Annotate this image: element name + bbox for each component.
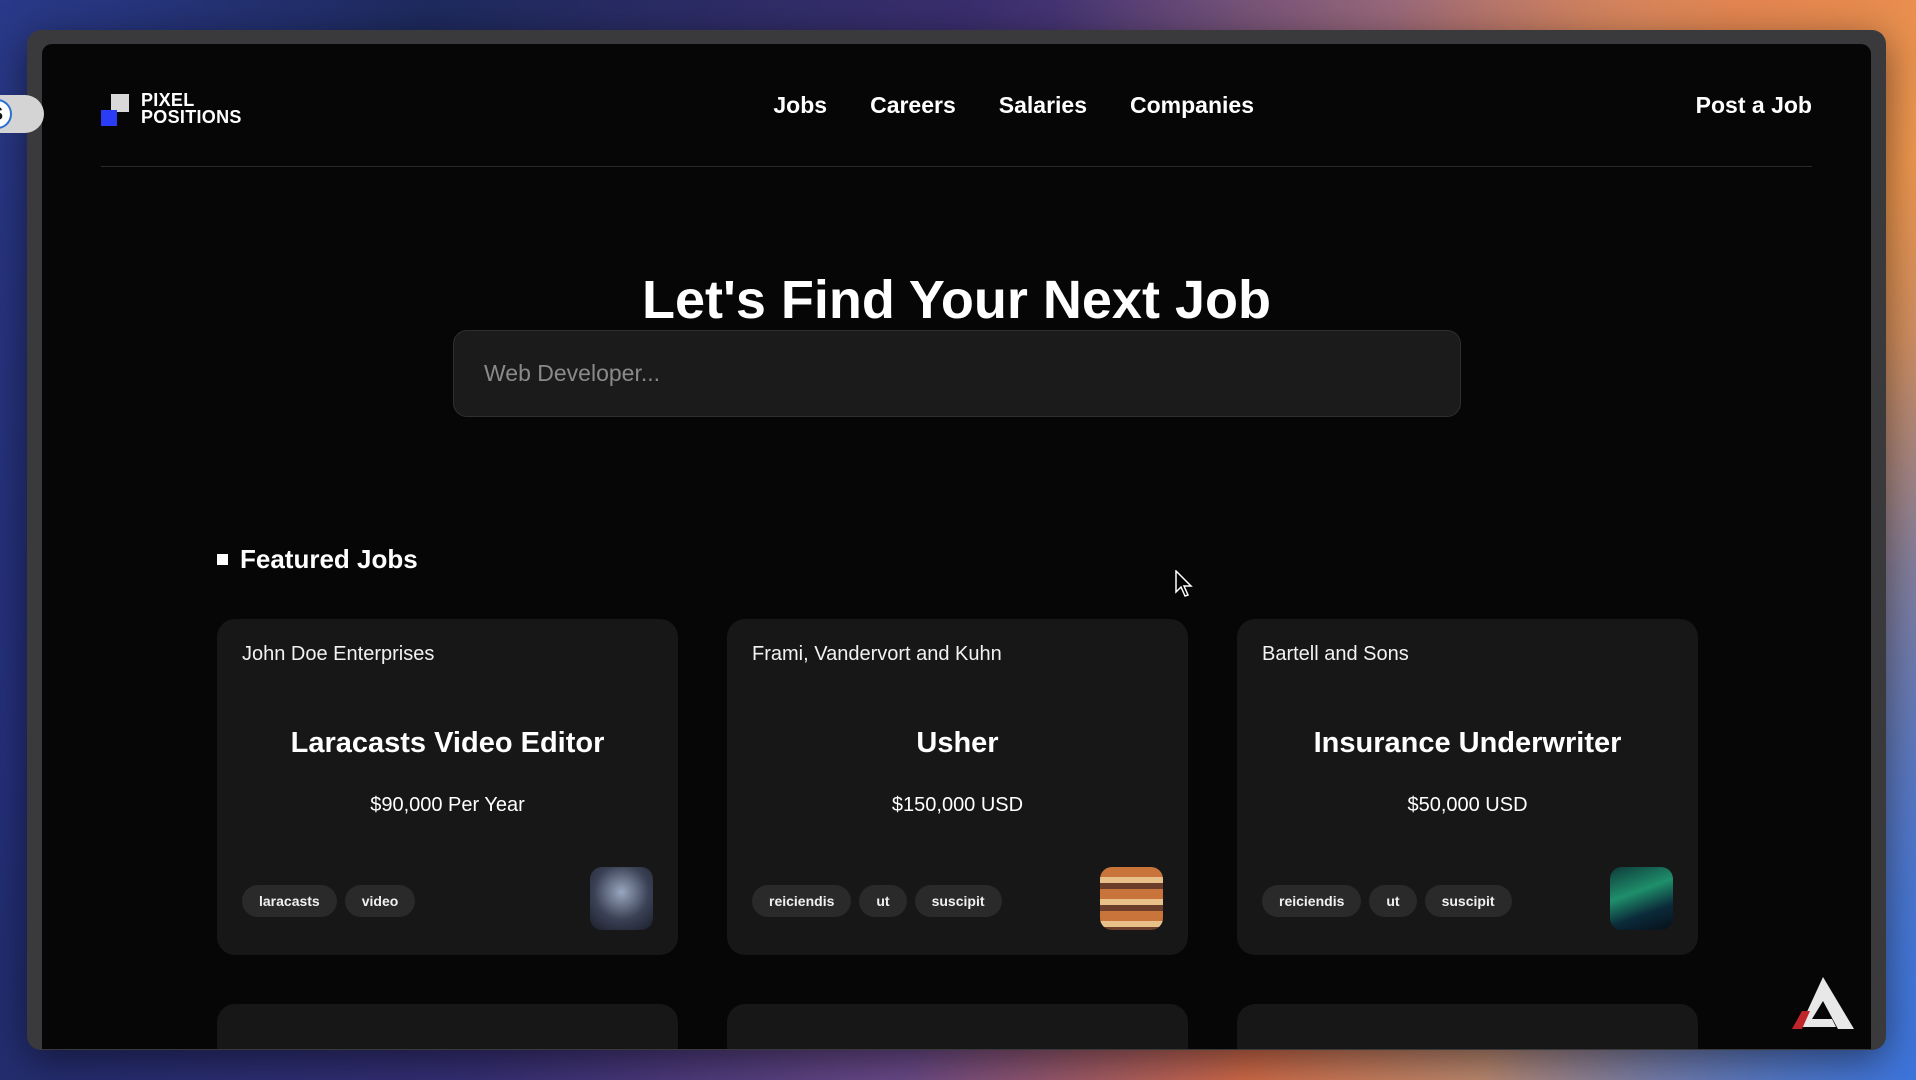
tag[interactable]: ut: [1369, 885, 1417, 917]
nav-link-companies[interactable]: Companies: [1130, 92, 1254, 119]
app-screen: PIXEL POSITIONS Jobs Careers Salaries Co…: [42, 44, 1871, 1049]
app-watermark-icon: [1792, 977, 1854, 1029]
nav-link-salaries[interactable]: Salaries: [999, 92, 1087, 119]
featured-jobs-list: John Doe Enterprises Laracasts Video Edi…: [217, 619, 1698, 955]
logo-text: PIXEL POSITIONS: [141, 91, 242, 127]
tag[interactable]: reiciendis: [1262, 885, 1362, 917]
nav-link-jobs[interactable]: Jobs: [773, 92, 827, 119]
square-bullet-icon: [217, 554, 228, 565]
employer-logo: [1100, 867, 1163, 930]
featured-jobs-title: Featured Jobs: [240, 544, 418, 574]
toggle-letter: S: [0, 104, 3, 125]
search-input[interactable]: [484, 360, 1430, 387]
employer-logo: [1610, 867, 1673, 930]
tag[interactable]: laracasts: [242, 885, 337, 917]
job-card[interactable]: Bartell and Sons Insurance Underwriter $…: [1237, 619, 1698, 955]
search-box: [453, 330, 1461, 417]
tag[interactable]: video: [344, 885, 416, 917]
post-job-link[interactable]: Post a Job: [1696, 92, 1812, 119]
browser-window: PIXEL POSITIONS Jobs Careers Salaries Co…: [27, 30, 1886, 1050]
job-employer: Bartell and Sons: [1262, 643, 1409, 665]
job-tags: reiciendis ut suscipit: [752, 885, 1002, 917]
featured-jobs-heading: Featured Jobs: [217, 544, 418, 575]
job-tags: reiciendis ut suscipit: [1262, 885, 1512, 917]
job-employer: John Doe Enterprises: [242, 643, 435, 665]
logo[interactable]: PIXEL POSITIONS: [101, 91, 242, 127]
tag[interactable]: reiciendis: [752, 885, 852, 917]
tag[interactable]: suscipit: [1424, 885, 1512, 917]
job-salary: $150,000 USD: [891, 794, 1024, 816]
job-salary: $90,000 Per Year: [370, 794, 525, 816]
mouse-cursor-icon: [1175, 570, 1193, 597]
job-card-partial[interactable]: [217, 1004, 678, 1049]
tag[interactable]: suscipit: [914, 885, 1002, 917]
job-card-partial[interactable]: [1237, 1004, 1698, 1049]
nav-links: Jobs Careers Salaries Companies: [773, 92, 1254, 119]
logo-icon: [101, 92, 135, 126]
job-card[interactable]: John Doe Enterprises Laracasts Video Edi…: [217, 619, 678, 955]
nav-link-careers[interactable]: Careers: [870, 92, 956, 119]
top-navigation: PIXEL POSITIONS Jobs Careers Salaries Co…: [101, 44, 1812, 167]
tag[interactable]: ut: [859, 885, 907, 917]
logo-line-2: POSITIONS: [141, 107, 242, 127]
job-title[interactable]: Laracasts Video Editor: [217, 727, 678, 760]
job-salary: $50,000 USD: [1407, 794, 1528, 816]
job-employer: Frami, Vandervort and Kuhn: [752, 643, 1002, 665]
page-title: Let's Find Your Next Job: [642, 270, 1271, 330]
job-tags: laracasts video: [242, 885, 416, 917]
s-icon: S: [0, 99, 12, 129]
extension-toggle[interactable]: S: [0, 95, 44, 133]
more-jobs-list: [217, 1004, 1698, 1049]
job-card-partial[interactable]: [727, 1004, 1188, 1049]
job-title[interactable]: Usher: [727, 727, 1188, 760]
job-title[interactable]: Insurance Underwriter: [1237, 727, 1698, 760]
job-card[interactable]: Frami, Vandervort and Kuhn Usher $150,00…: [727, 619, 1188, 955]
employer-logo: [590, 867, 653, 930]
